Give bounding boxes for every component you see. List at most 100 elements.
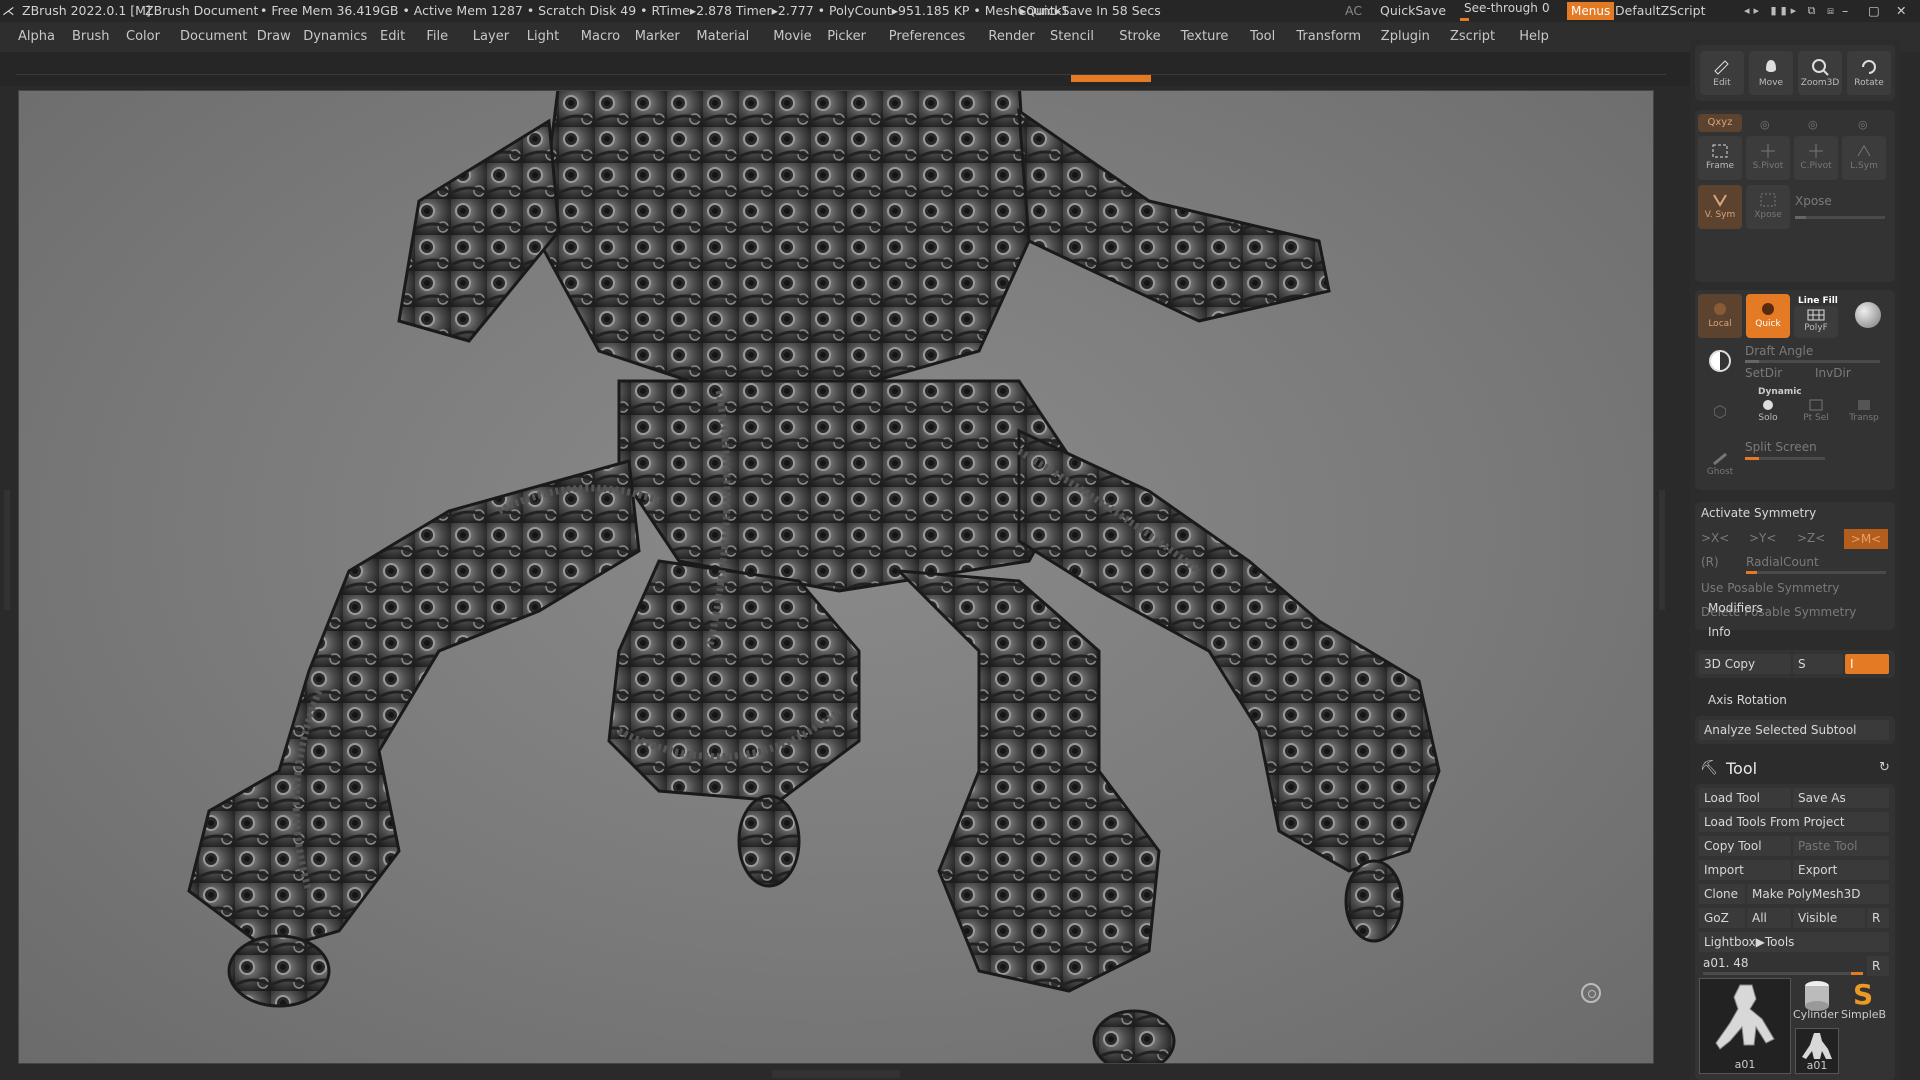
maximize-icon[interactable]: ▢ bbox=[1868, 0, 1880, 22]
menu-texture[interactable]: Texture bbox=[1181, 22, 1229, 52]
goz-button[interactable]: GoZ bbox=[1699, 908, 1745, 928]
material-sphere-icon[interactable] bbox=[1855, 302, 1881, 328]
copy3d-s-button[interactable]: S bbox=[1793, 654, 1843, 674]
menu-marker[interactable]: Marker bbox=[635, 22, 680, 52]
menu-light[interactable]: Light bbox=[527, 22, 559, 52]
vsym-button[interactable]: V. Sym bbox=[1698, 185, 1742, 229]
menu-tool[interactable]: Tool bbox=[1250, 22, 1275, 52]
tool-thumbnail-small[interactable]: a01 bbox=[1795, 1028, 1839, 1074]
use-posable-symmetry-button[interactable]: Use Posable Symmetry bbox=[1701, 581, 1839, 595]
transp-button[interactable]: Transp bbox=[1842, 396, 1886, 432]
menu-zplugin[interactable]: Zplugin bbox=[1381, 22, 1430, 52]
menu-draw[interactable]: Draw bbox=[257, 22, 291, 52]
menus-toggle[interactable]: Menus bbox=[1567, 2, 1615, 20]
tool-thumbnail-cylinder[interactable]: Cylinder bbox=[1793, 978, 1839, 1022]
lightbox-tools-button[interactable]: Lightbox▶Tools bbox=[1699, 932, 1889, 952]
pivot-world-icon[interactable]: ◎ bbox=[1858, 118, 1868, 131]
load-tool-button[interactable]: Load Tool bbox=[1699, 788, 1791, 808]
xyz-button[interactable]: Qxyz bbox=[1698, 114, 1742, 132]
copy-tool-button[interactable]: Copy Tool bbox=[1699, 836, 1791, 856]
menu-picker[interactable]: Picker bbox=[827, 22, 866, 52]
pivot-icon[interactable] bbox=[1581, 983, 1601, 1003]
info-header[interactable]: Info bbox=[1708, 625, 1731, 639]
draft-angle-slider[interactable] bbox=[1745, 360, 1880, 363]
menu-layer[interactable]: Layer bbox=[473, 22, 509, 52]
minimize-icon[interactable]: – bbox=[1842, 0, 1848, 22]
menu-zscript[interactable]: Zscript bbox=[1450, 22, 1495, 52]
current-tool-r-button[interactable]: R bbox=[1867, 956, 1889, 976]
solo-button[interactable]: Solo bbox=[1746, 396, 1790, 432]
see-through-slider[interactable]: See-through 0 bbox=[1460, 0, 1552, 22]
menu-document[interactable]: Document bbox=[180, 22, 247, 52]
menu-edit[interactable]: Edit bbox=[380, 22, 405, 52]
goz-all-button[interactable]: All bbox=[1747, 908, 1791, 928]
zoom3d-button[interactable]: Zoom3D bbox=[1798, 51, 1842, 95]
menu-file[interactable]: File bbox=[426, 22, 448, 52]
ptsel-button[interactable]: Pt Sel bbox=[1794, 396, 1838, 432]
load-tools-from-project-button[interactable]: Load Tools From Project bbox=[1699, 812, 1889, 832]
invdir-button[interactable]: InvDir bbox=[1815, 366, 1851, 380]
quicksave-button[interactable]: QuickSave bbox=[1380, 0, 1446, 22]
menu-stroke[interactable]: Stroke bbox=[1119, 22, 1160, 52]
tool-palette-header[interactable]: ⛏ Tool ↻ bbox=[1690, 756, 1900, 782]
menu-color[interactable]: Color bbox=[126, 22, 160, 52]
menu-brush[interactable]: Brush bbox=[72, 22, 110, 52]
menu-dynamics[interactable]: Dynamics bbox=[303, 22, 367, 52]
ac-label[interactable]: AC bbox=[1345, 0, 1362, 22]
menu-macro[interactable]: Macro bbox=[581, 22, 620, 52]
paste-tool-button[interactable]: Paste Tool bbox=[1793, 836, 1889, 856]
menu-preferences[interactable]: Preferences bbox=[889, 22, 965, 52]
polyf-button[interactable]: PolyF bbox=[1794, 306, 1838, 338]
cpivot-button[interactable]: C.Pivot bbox=[1794, 136, 1838, 180]
clone-button[interactable]: Clone bbox=[1699, 884, 1745, 904]
export-button[interactable]: Export bbox=[1793, 860, 1889, 880]
goz-visible-button[interactable]: Visible bbox=[1793, 908, 1865, 928]
left-tray-handle[interactable] bbox=[4, 490, 10, 610]
close-icon[interactable]: ✕ bbox=[1896, 0, 1906, 22]
bottom-tray-handle[interactable] bbox=[772, 1070, 900, 1078]
menu-movie[interactable]: Movie bbox=[773, 22, 811, 52]
save-as-button[interactable]: Save As bbox=[1793, 788, 1889, 808]
analyze-subtool-button[interactable]: Analyze Selected Subtool bbox=[1699, 720, 1889, 740]
lsym-button[interactable]: L.Sym bbox=[1842, 136, 1886, 180]
xpose-slider[interactable] bbox=[1795, 216, 1885, 219]
refresh-icon[interactable]: ↻ bbox=[1879, 760, 1890, 775]
right-tray-handle[interactable] bbox=[1659, 490, 1665, 610]
goz-r-button[interactable]: R bbox=[1867, 908, 1889, 928]
setdir-button[interactable]: SetDir bbox=[1745, 366, 1782, 380]
modifiers-header[interactable]: Modifiers bbox=[1708, 601, 1763, 615]
menu-render[interactable]: Render bbox=[988, 22, 1034, 52]
sym-r-button[interactable]: (R) bbox=[1701, 555, 1719, 569]
tool-thumbnail-simpleb[interactable]: S SimpleB bbox=[1841, 978, 1893, 1022]
menu-transform[interactable]: Transform bbox=[1296, 22, 1361, 52]
menu-help[interactable]: Help bbox=[1519, 22, 1549, 52]
move-button[interactable]: Move bbox=[1749, 51, 1793, 95]
copy3d-i-button[interactable]: I bbox=[1845, 654, 1889, 674]
menu-material[interactable]: Material bbox=[696, 22, 749, 52]
pivot-center-icon[interactable]: ◎ bbox=[1808, 118, 1818, 131]
axis-rotation-header[interactable]: Axis Rotation bbox=[1708, 693, 1787, 707]
menu-stencil[interactable]: Stencil bbox=[1050, 22, 1094, 52]
spivot-button[interactable]: S.Pivot bbox=[1746, 136, 1790, 180]
copy3d-button[interactable]: 3D Copy bbox=[1699, 654, 1791, 674]
contrast-icon[interactable] bbox=[1709, 350, 1731, 372]
ghost-button[interactable]: Ghost bbox=[1698, 444, 1742, 484]
current-tool-slider[interactable] bbox=[1703, 972, 1863, 975]
palette-icons[interactable]: ◂▸ ▮▮▸ ⧉ ⧈ bbox=[1744, 0, 1838, 22]
make-polymesh-button[interactable]: Make PolyMesh3D bbox=[1747, 884, 1889, 904]
import-button[interactable]: Import bbox=[1699, 860, 1791, 880]
sym-x-button[interactable]: >X< bbox=[1701, 531, 1729, 545]
tool-thumbnail-main[interactable]: a01 bbox=[1699, 978, 1791, 1074]
rotate-button[interactable]: Rotate bbox=[1847, 51, 1891, 95]
split-screen-slider[interactable] bbox=[1745, 457, 1825, 460]
pivot-local-icon[interactable]: ◎ bbox=[1760, 118, 1770, 131]
activate-symmetry-button[interactable]: Activate Symmetry bbox=[1701, 506, 1816, 520]
menu-alpha[interactable]: Alpha bbox=[18, 22, 55, 52]
edit-button[interactable]: Edit bbox=[1700, 51, 1744, 95]
radial-count-slider[interactable] bbox=[1746, 571, 1886, 574]
quick-button[interactable]: Quick bbox=[1746, 294, 1790, 338]
cube-icon[interactable]: ⬡ bbox=[1713, 402, 1727, 421]
sym-z-button[interactable]: >Z< bbox=[1797, 531, 1825, 545]
xpose-button[interactable]: Xpose bbox=[1746, 185, 1790, 229]
sym-m-button[interactable]: >M< bbox=[1844, 529, 1888, 549]
